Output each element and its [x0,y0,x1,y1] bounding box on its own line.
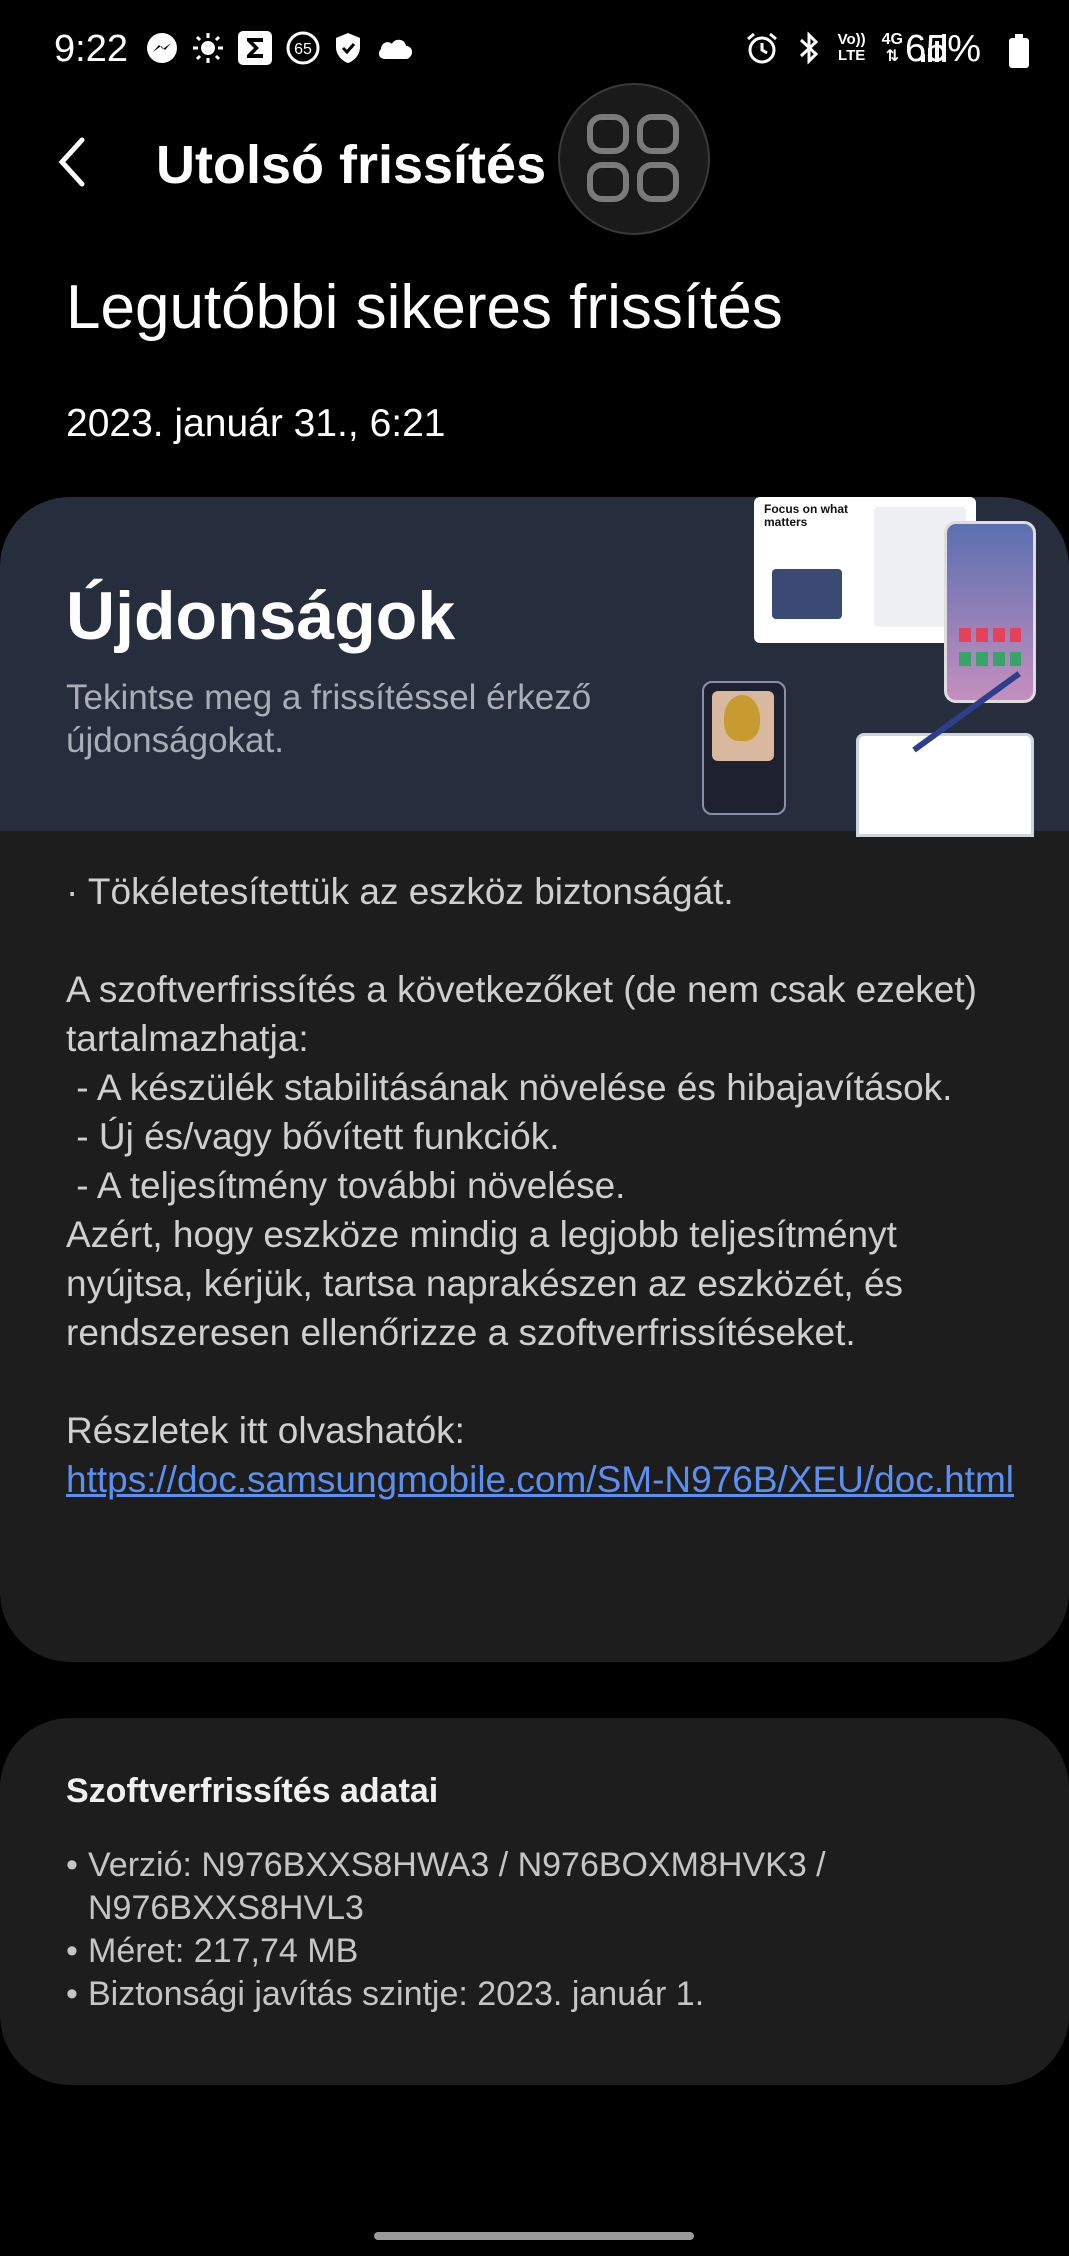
whats-new-title: Újdonságok [66,578,456,654]
device-screen-text: Focus on what matters [764,502,848,529]
detail-size-text: Méret: 217,74 MB [88,1932,359,1970]
detail-version: • Verzió: N976BXXS8HWA3 / N976BOXM8HVK3 /… [66,1844,1026,1930]
shield-icon [333,31,363,65]
cloud-icon [375,33,415,63]
back-button[interactable] [52,132,112,192]
details-link[interactable]: https://doc.samsungmobile.com/SM-N976B/X… [66,1459,1014,1500]
badge-number: 65 [294,41,312,58]
detail-security-patch: • Biztonsági javítás szintje: 2023. januá… [66,1973,1026,2016]
bullet: • [66,1932,78,1970]
detail-size: • Méret: 217,74 MB [66,1930,1026,1973]
grid-apps-icon [587,114,679,202]
last-update-headline: Legutóbbi sikeres frissítés [66,273,783,342]
home-gesture-bar[interactable] [374,2232,694,2240]
detail-security-patch-text: Biztonsági javítás szintje: 2023. január… [88,1975,705,2013]
tablet-pen-image [856,733,1034,837]
status-bar: 9:22 65 Vo)) LTE 4G ⇅ 65% [0,0,1069,100]
bullet: • [66,1846,78,1884]
page-title: Utolsó frissítés [156,135,547,195]
volte-icon: Vo)) LTE [838,32,866,64]
bluetooth-icon [796,30,822,66]
status-time: 9:22 [54,28,128,70]
chevron-left-icon [58,137,85,187]
alarm-icon [744,30,780,66]
4g-icon: 4G ⇅ [882,31,903,65]
battery-icon [1009,34,1029,68]
network-label: 4G [881,31,903,48]
volte-bottom-label: LTE [838,47,866,64]
volte-top-label: Vo)) [837,31,866,48]
whats-new-description: · Tökéletesítettük az eszköz biztonságát… [66,871,977,1451]
bullet: • [66,1975,78,2013]
devices-illustration: Focus on what matters [690,497,1069,837]
detail-version-text: Verzió: N976BXXS8HWA3 / N976BOXM8HVK3 / … [88,1846,826,1927]
whats-new-body: · Tökéletesítettük az eszköz biztonságát… [66,867,1026,1504]
details-title: Szoftverfrissítés adatai [66,1772,439,1810]
status-left-icons: 65 [145,30,415,66]
foldable-device-image: Focus on what matters [754,497,976,643]
update-details-card: Szoftverfrissítés adatai • Verzió: N976BX… [0,1718,1069,2085]
messenger-icon [145,31,179,65]
flip-phone-image [702,681,786,815]
battery-percentage: 65% [904,28,981,70]
whats-new-banner[interactable]: Újdonságok Tekintse meg a frissítéssel é… [0,497,1069,837]
whats-new-card: Újdonságok Tekintse meg a frissítéssel é… [0,497,1069,1662]
details-list: • Verzió: N976BXXS8HWA3 / N976BOXM8HVK3 /… [66,1844,1026,2016]
phone-device-image [944,521,1036,703]
sigma-app-icon [237,30,273,66]
data-arrows-icon: ⇅ [885,48,900,65]
whats-new-subtitle: Tekintse meg a frissítéssel érkező újdon… [66,678,592,760]
badge-65-icon: 65 [285,30,321,66]
weather-sun-icon [191,31,225,65]
floating-apps-button[interactable] [558,83,710,235]
last-update-date: 2023. január 31., 6:21 [66,402,446,445]
